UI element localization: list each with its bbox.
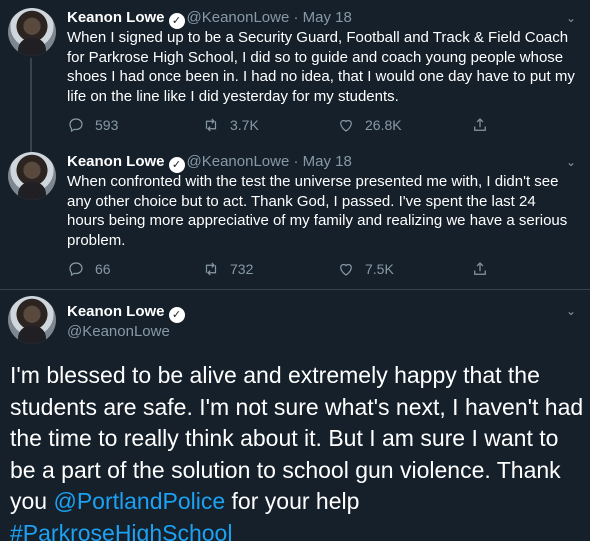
author-name[interactable]: Keanon Lowe — [67, 303, 165, 320]
tweet-actions: 593 3.7K 26.8K — [67, 115, 577, 135]
tweet-text: When confronted with the test the univer… — [67, 173, 568, 249]
tweet-date[interactable]: May 18 — [303, 153, 352, 170]
tweet-text: When I signed up to be a Security Guard,… — [67, 29, 575, 105]
retweet-button[interactable]: 732 — [202, 259, 253, 279]
chevron-down-icon[interactable]: ⌄ — [564, 304, 578, 318]
retweet-icon — [205, 262, 217, 276]
avatar[interactable] — [8, 152, 56, 200]
tweet-header: Keanon Lowe ✓ @KeanonLowe · May 18 — [67, 9, 352, 29]
author-name-row: Keanon Lowe ✓ — [67, 302, 187, 323]
tweet-header: Keanon Lowe ✓ @KeanonLowe · May 18 — [67, 153, 352, 173]
tweet-1[interactable]: Keanon Lowe ✓ @KeanonLowe · May 18 ⌄ When … — [0, 0, 590, 148]
retweet-icon — [205, 118, 217, 132]
reply-count: 593 — [95, 117, 119, 133]
heart-icon — [340, 119, 352, 132]
heart-icon — [340, 263, 352, 276]
share-icon — [474, 262, 486, 275]
retweet-button[interactable]: 3.7K — [202, 115, 259, 135]
share-button[interactable] — [471, 115, 499, 135]
author-name[interactable]: Keanon Lowe — [67, 153, 165, 170]
reply-button[interactable]: 66 — [67, 259, 111, 279]
main-tweet-text: I'm blessed to be alive and extremely ha… — [10, 360, 585, 541]
author-handle[interactable]: @KeanonLowe — [187, 9, 290, 26]
author-handle[interactable]: @KeanonLowe — [67, 322, 170, 342]
like-count: 26.8K — [365, 117, 402, 133]
mention-link[interactable]: @PortlandPolice — [53, 488, 225, 514]
thread-connector — [30, 58, 32, 148]
reply-button[interactable]: 593 — [67, 115, 118, 135]
tweet-date[interactable]: May 18 — [303, 9, 352, 26]
like-count: 7.5K — [365, 261, 394, 277]
tweet-2[interactable]: Keanon Lowe ✓ @KeanonLowe · May 18 ⌄ When … — [0, 148, 590, 288]
share-button[interactable] — [471, 259, 499, 279]
retweet-count: 3.7K — [230, 117, 259, 133]
avatar[interactable] — [8, 296, 56, 344]
retweet-count: 732 — [230, 261, 254, 277]
reply-icon — [69, 118, 83, 133]
like-button[interactable]: 26.8K — [337, 115, 402, 135]
share-icon — [474, 118, 486, 131]
verified-badge-icon: ✓ — [168, 13, 185, 29]
chevron-down-icon[interactable]: ⌄ — [564, 11, 578, 25]
avatar[interactable] — [8, 8, 56, 56]
tweet-actions: 66 732 7.5K — [67, 259, 577, 279]
main-tweet-text-part2: for your help — [225, 488, 360, 514]
verified-badge-icon: ✓ — [168, 307, 185, 323]
hashtag-link[interactable]: #ParkroseHighSchool — [10, 520, 232, 541]
like-button[interactable]: 7.5K — [337, 259, 394, 279]
reply-count: 66 — [95, 261, 111, 277]
author-name[interactable]: Keanon Lowe — [67, 9, 165, 26]
verified-badge-icon: ✓ — [168, 157, 185, 173]
chevron-down-icon[interactable]: ⌄ — [564, 155, 578, 169]
reply-icon — [69, 262, 83, 277]
author-handle[interactable]: @KeanonLowe — [187, 153, 290, 170]
